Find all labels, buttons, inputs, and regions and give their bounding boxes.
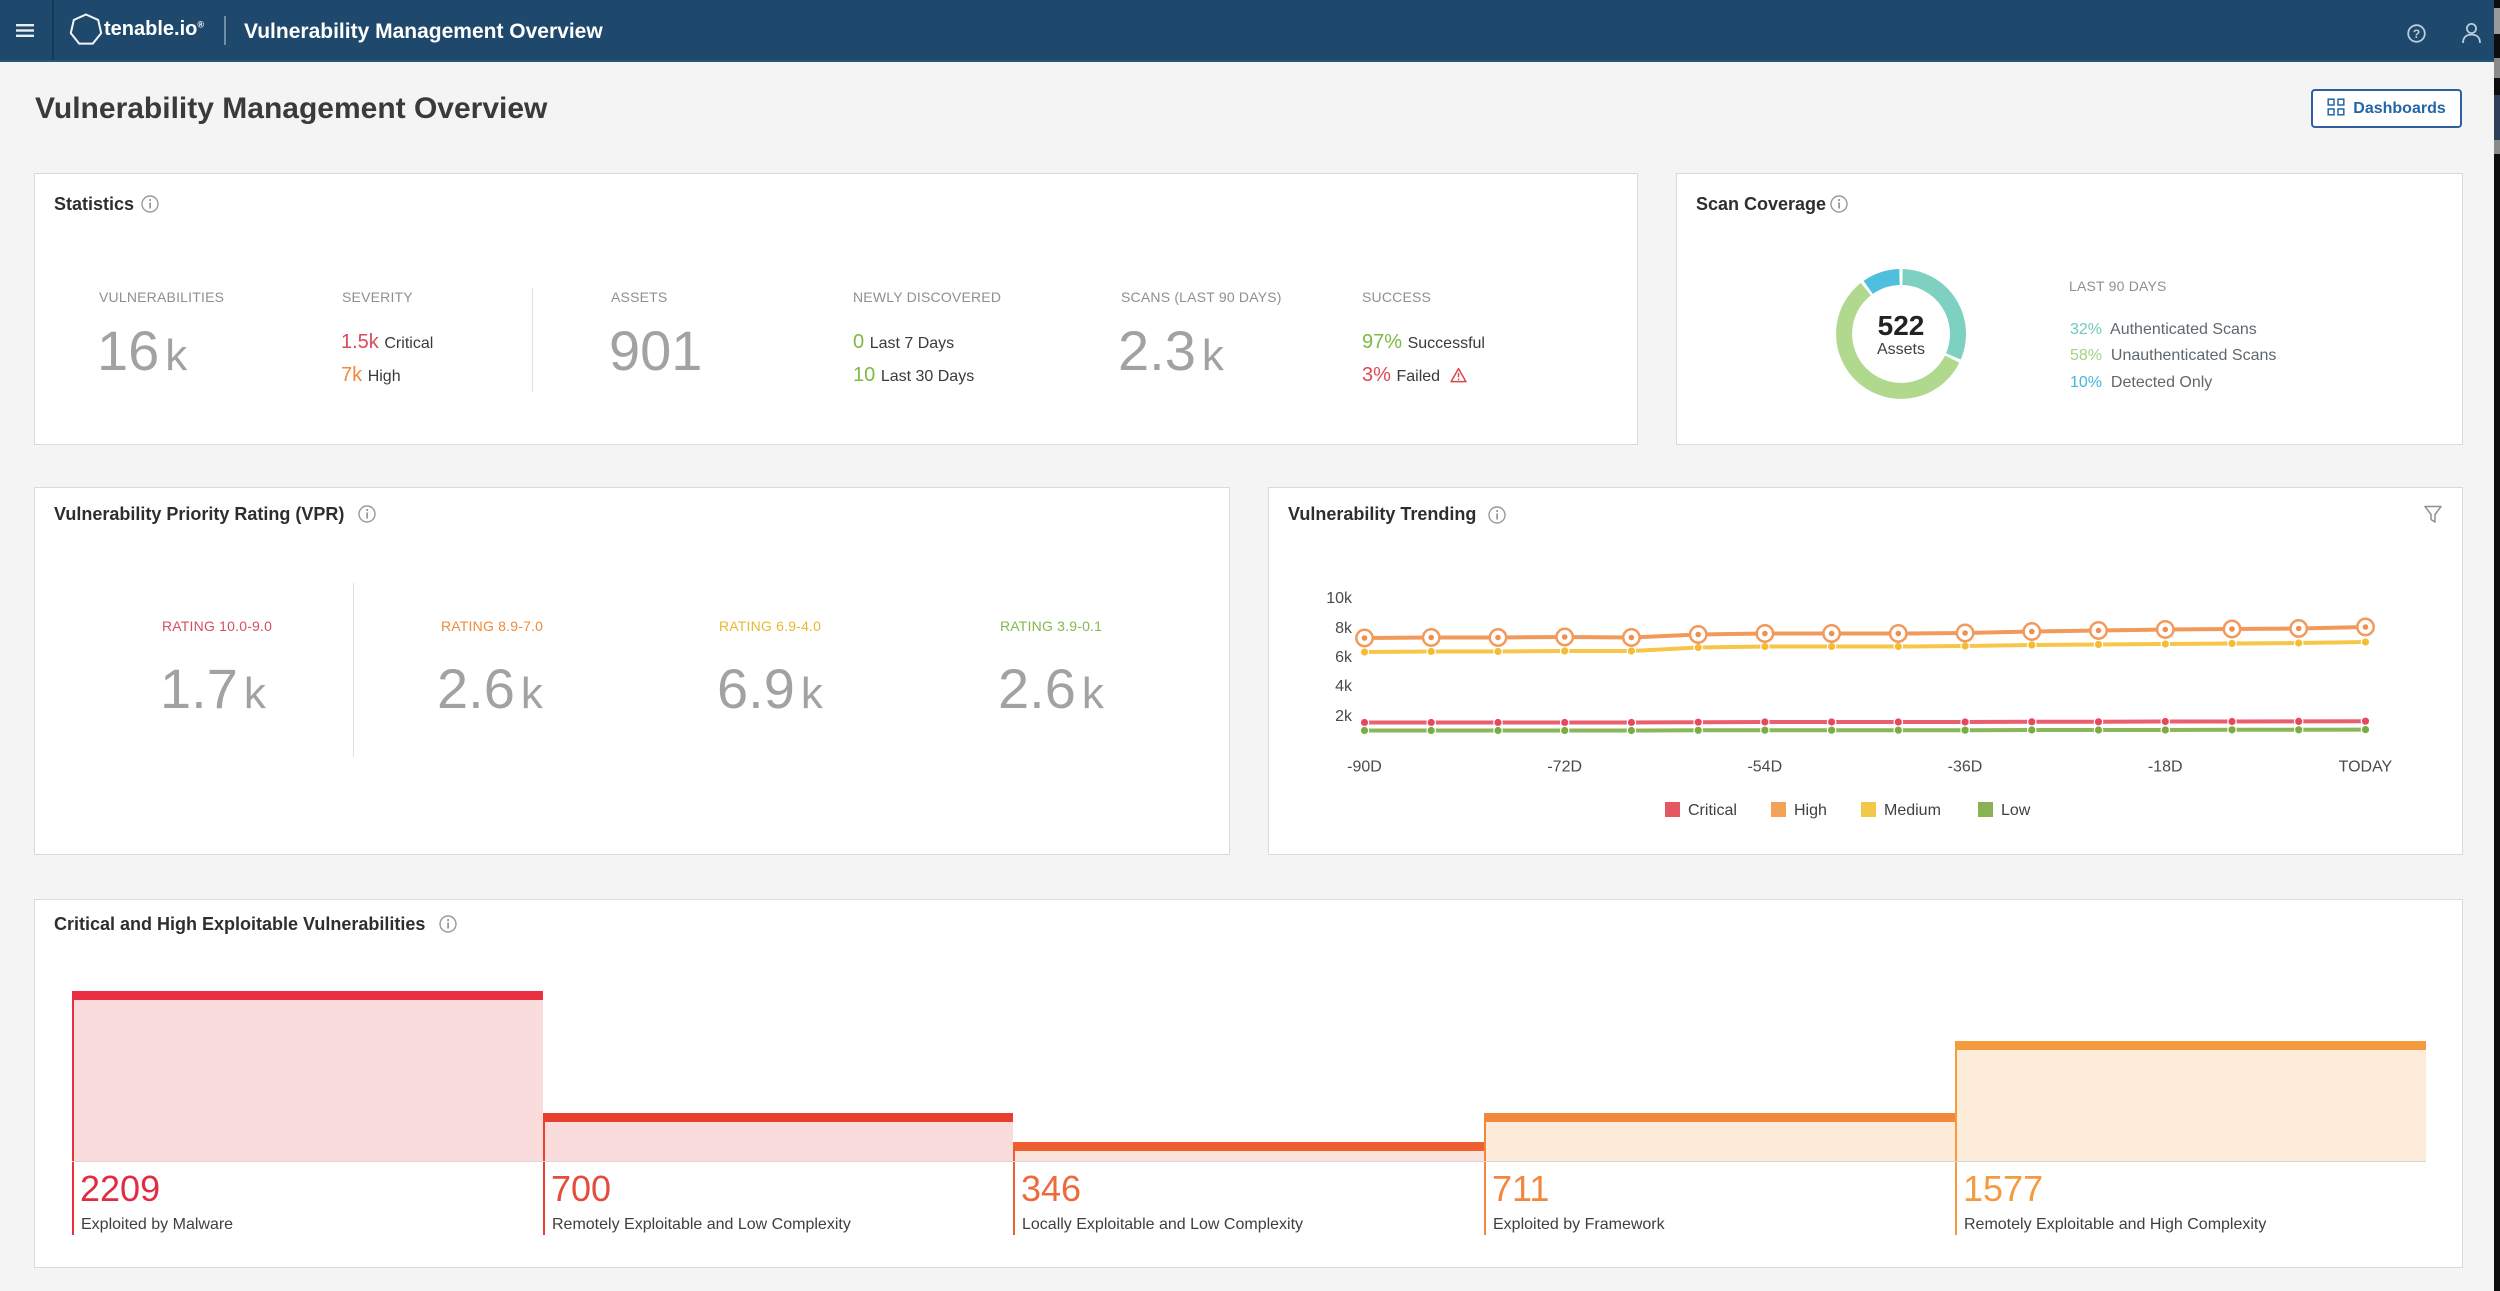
svg-text:Critical: Critical — [1688, 802, 1737, 819]
svg-text:-54D: -54D — [1747, 759, 1782, 776]
svg-text:TODAY: TODAY — [2339, 759, 2393, 776]
svg-text:8k: 8k — [1335, 620, 1353, 637]
svg-text:10k: 10k — [1326, 590, 1353, 607]
svg-text:?: ? — [2413, 27, 2420, 41]
svg-text:4k: 4k — [1335, 678, 1353, 695]
svg-text:-18D: -18D — [2148, 759, 2183, 776]
svg-text:-72D: -72D — [1547, 759, 1582, 776]
svg-text:Low: Low — [2001, 802, 2031, 819]
svg-text:Medium: Medium — [1884, 802, 1941, 819]
svg-text:2k: 2k — [1335, 708, 1353, 725]
svg-text:6k: 6k — [1335, 649, 1353, 666]
svg-text:High: High — [1794, 802, 1827, 819]
svg-text:-36D: -36D — [1948, 759, 1983, 776]
svg-text:-90D: -90D — [1347, 759, 1382, 776]
